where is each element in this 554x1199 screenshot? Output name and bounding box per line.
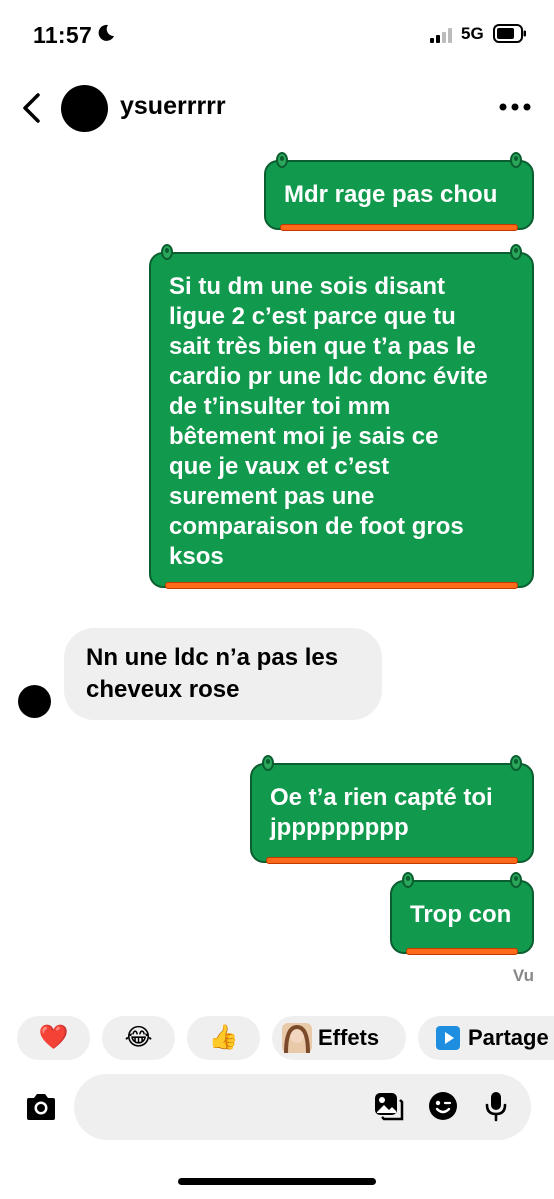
moon-icon xyxy=(98,24,114,41)
reaction-thumbs-up-button[interactable]: 👍 xyxy=(187,1016,260,1060)
reaction-laugh-button[interactable]: 😂 xyxy=(102,1016,175,1060)
bubble-accent-bar xyxy=(406,948,518,955)
sender-avatar[interactable] xyxy=(18,685,51,718)
contact-username[interactable]: ysuerrrrr xyxy=(120,92,226,121)
message-text: Oe t’a rien capté toi jppppppppp xyxy=(270,784,493,841)
share-button[interactable]: Partage xyxy=(418,1016,554,1060)
bubble-knob-decoration xyxy=(262,755,274,771)
laughing-face-icon: 😂 xyxy=(124,1024,153,1051)
sticker-icon[interactable] xyxy=(427,1090,459,1122)
bubble-knob-decoration xyxy=(510,244,522,260)
message-incoming[interactable]: Nn une ldc n’a pas les cheveux rose xyxy=(64,628,382,720)
thumbs-up-icon: 👍 xyxy=(208,1024,239,1051)
status-time: 11:57 xyxy=(33,22,93,48)
microphone-icon[interactable] xyxy=(483,1090,509,1122)
message-text: Si tu dm une sois disant ligue 2 c’est p… xyxy=(169,273,488,570)
bubble-knob-decoration xyxy=(402,872,414,888)
share-label: Partage xyxy=(468,1025,549,1050)
camera-icon[interactable] xyxy=(24,1092,58,1122)
bubble-accent-bar xyxy=(266,857,518,864)
message-text: Trop con xyxy=(410,901,512,928)
bubble-knob-decoration xyxy=(510,872,522,888)
more-options-icon[interactable] xyxy=(498,100,532,114)
reaction-heart-button[interactable]: ❤️ xyxy=(17,1016,90,1060)
battery-icon xyxy=(493,24,526,43)
message-outgoing[interactable]: Mdr rage pas chou xyxy=(264,152,534,231)
bubble-knob-decoration xyxy=(276,152,288,168)
bubble-knob-decoration xyxy=(510,152,522,168)
bubble-knob-decoration xyxy=(161,244,173,260)
home-indicator xyxy=(178,1178,376,1185)
heart-icon: ❤️ xyxy=(38,1024,69,1051)
bubble-knob-decoration xyxy=(510,755,522,771)
effects-label: Effets xyxy=(318,1025,380,1050)
back-arrow-icon[interactable] xyxy=(18,92,46,124)
message-outgoing[interactable]: Trop con xyxy=(390,872,534,955)
seen-indicator: Vu xyxy=(512,966,534,985)
network-type: 5G xyxy=(461,24,484,43)
effects-thumbnail-icon xyxy=(282,1023,312,1053)
play-share-icon xyxy=(436,1026,460,1050)
message-outgoing[interactable]: Oe t’a rien capté toi jppppppppp xyxy=(250,755,534,864)
bubble-accent-bar xyxy=(165,582,518,589)
message-input[interactable] xyxy=(74,1074,531,1140)
message-text: Nn une ldc n’a pas les cheveux rose xyxy=(86,644,339,703)
effects-button[interactable]: Effets xyxy=(272,1016,406,1060)
gallery-icon[interactable] xyxy=(372,1090,404,1122)
message-outgoing[interactable]: Si tu dm une sois disant ligue 2 c’est p… xyxy=(149,244,534,589)
signal-icon xyxy=(430,28,452,43)
message-text: Mdr rage pas chou xyxy=(284,181,498,208)
bubble-accent-bar xyxy=(280,224,518,231)
contact-avatar[interactable] xyxy=(61,85,108,132)
